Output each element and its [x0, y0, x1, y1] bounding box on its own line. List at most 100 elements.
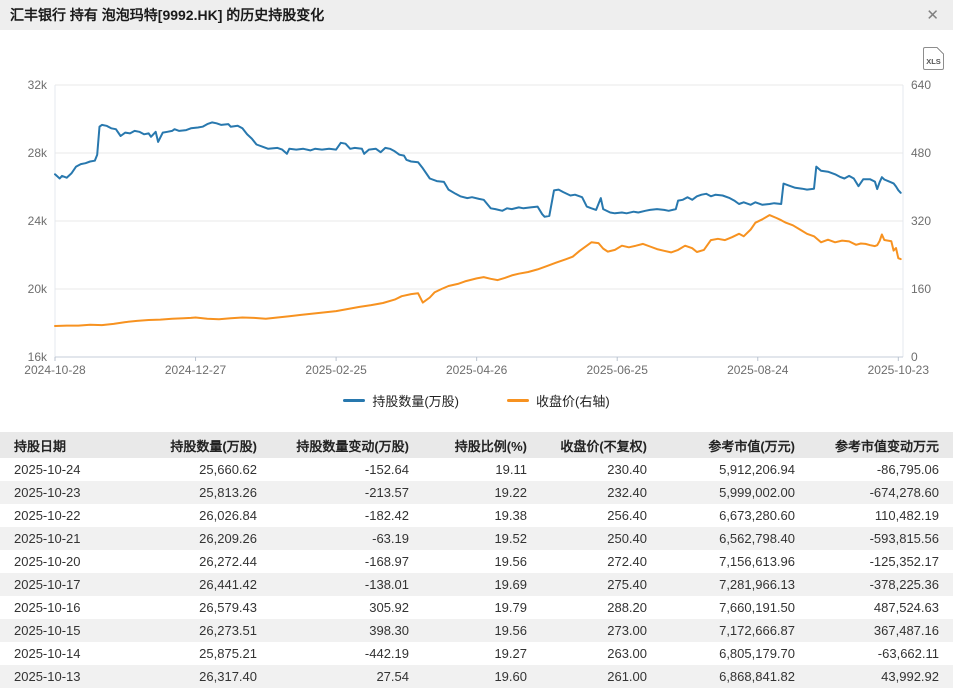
column-header: 收盘价(不复权) — [533, 436, 653, 455]
svg-text:2024-12-27: 2024-12-27 — [165, 363, 227, 377]
svg-text:2024-10-28: 2024-10-28 — [24, 363, 86, 377]
export-xls-button[interactable]: XLS — [923, 47, 944, 70]
legend-item-shares[interactable]: 持股数量(万股) — [343, 391, 459, 410]
svg-text:28k: 28k — [28, 146, 48, 160]
cell-value: -63.19 — [263, 531, 415, 546]
cell-value: 6,673,280.60 — [653, 508, 801, 523]
cell-date: 2025-10-24 — [8, 462, 103, 477]
close-price-line-swatch — [507, 399, 529, 402]
svg-text:2025-04-26: 2025-04-26 — [446, 363, 508, 377]
cell-value: 261.00 — [533, 669, 653, 684]
shares-line-swatch — [343, 399, 365, 402]
cell-value: 26,579.43 — [103, 600, 263, 615]
cell-value: -593,815.56 — [801, 531, 945, 546]
cell-value: 273.00 — [533, 623, 653, 638]
svg-text:20k: 20k — [28, 282, 48, 296]
cell-value: 19.38 — [415, 508, 533, 523]
cell-value: 25,660.62 — [103, 462, 263, 477]
cell-value: 305.92 — [263, 600, 415, 615]
table-row-partial — [0, 688, 953, 693]
cell-value: 232.40 — [533, 485, 653, 500]
cell-value: 250.40 — [533, 531, 653, 546]
cell-value: 26,441.42 — [103, 577, 263, 592]
cell-value: 6,805,179.70 — [653, 646, 801, 661]
cell-value: 27.54 — [263, 669, 415, 684]
table-row: 2025-10-1626,579.43305.9219.79288.207,66… — [0, 596, 953, 619]
cell-date: 2025-10-13 — [8, 669, 103, 684]
cell-value: 5,912,206.94 — [653, 462, 801, 477]
cell-value: 26,317.40 — [103, 669, 263, 684]
cell-value: 6,868,841.82 — [653, 669, 801, 684]
cell-value: 19.79 — [415, 600, 533, 615]
svg-text:640: 640 — [911, 78, 931, 92]
cell-value: 263.00 — [533, 646, 653, 661]
table-row: 2025-10-1425,875.21-442.1919.27263.006,8… — [0, 642, 953, 665]
column-header: 持股数量变动(万股) — [263, 436, 415, 455]
table-row: 2025-10-2126,209.26-63.1919.52250.406,56… — [0, 527, 953, 550]
cell-value: 26,209.26 — [103, 531, 263, 546]
svg-text:2025-10-23: 2025-10-23 — [868, 363, 930, 377]
cell-value: 19.69 — [415, 577, 533, 592]
cell-value: -152.64 — [263, 462, 415, 477]
cell-value: 26,273.51 — [103, 623, 263, 638]
cell-value: -442.19 — [263, 646, 415, 661]
cell-value: -213.57 — [263, 485, 415, 500]
cell-value: 367,487.16 — [801, 623, 945, 638]
table-row: 2025-10-1526,273.51398.3019.56273.007,17… — [0, 619, 953, 642]
cell-date: 2025-10-21 — [8, 531, 103, 546]
column-header: 持股数量(万股) — [103, 436, 263, 455]
table-row: 2025-10-2226,026.84-182.4219.38256.406,6… — [0, 504, 953, 527]
svg-text:160: 160 — [911, 282, 931, 296]
cell-value: -86,795.06 — [801, 462, 945, 477]
cell-value: -138.01 — [263, 577, 415, 592]
cell-value: 110,482.19 — [801, 508, 945, 523]
cell-value: 26,026.84 — [103, 508, 263, 523]
svg-text:2025-08-24: 2025-08-24 — [727, 363, 789, 377]
svg-text:0: 0 — [911, 350, 918, 364]
cell-value: -182.42 — [263, 508, 415, 523]
holdings-chart[interactable]: 16k20k24k28k32k01603204806402024-10-2820… — [0, 0, 953, 420]
holdings-table: 持股日期持股数量(万股)持股数量变动(万股)持股比例(%)收盘价(不复权)参考市… — [0, 432, 953, 693]
cell-value: 5,999,002.00 — [653, 485, 801, 500]
cell-value: 256.40 — [533, 508, 653, 523]
cell-value: -63,662.11 — [801, 646, 945, 661]
xls-fold-corner — [937, 47, 944, 54]
table-row: 2025-10-1326,317.4027.5419.60261.006,868… — [0, 665, 953, 688]
cell-date: 2025-10-23 — [8, 485, 103, 500]
svg-text:320: 320 — [911, 214, 931, 228]
cell-date: 2025-10-14 — [8, 646, 103, 661]
column-header: 参考市值(万元) — [653, 436, 801, 455]
table-header-row: 持股日期持股数量(万股)持股数量变动(万股)持股比例(%)收盘价(不复权)参考市… — [0, 432, 953, 458]
column-header: 持股日期 — [8, 436, 103, 455]
cell-value: -378,225.36 — [801, 577, 945, 592]
svg-text:2025-06-25: 2025-06-25 — [587, 363, 649, 377]
cell-value: 7,172,666.87 — [653, 623, 801, 638]
cell-value: 230.40 — [533, 462, 653, 477]
svg-text:32k: 32k — [28, 78, 48, 92]
cell-value: 288.20 — [533, 600, 653, 615]
cell-value: 7,281,966.13 — [653, 577, 801, 592]
cell-date: 2025-10-17 — [8, 577, 103, 592]
cell-value: 7,156,613.96 — [653, 554, 801, 569]
cell-value: 6,562,798.40 — [653, 531, 801, 546]
legend-label-close-price: 收盘价(右轴) — [536, 391, 610, 410]
close-icon[interactable]: ✕ — [926, 8, 939, 23]
dialog-title: 汇丰银行 持有 泡泡玛特[9992.HK] 的历史持股变化 — [10, 5, 324, 25]
column-header: 参考市值变动万元 — [801, 436, 945, 455]
column-header: 持股比例(%) — [415, 436, 533, 455]
chart-legend: 持股数量(万股) 收盘价(右轴) — [0, 391, 953, 410]
table-row: 2025-10-2026,272.44-168.9719.56272.407,1… — [0, 550, 953, 573]
cell-value: 7,660,191.50 — [653, 600, 801, 615]
cell-value: 19.11 — [415, 462, 533, 477]
cell-value: 19.56 — [415, 554, 533, 569]
table-row: 2025-10-2425,660.62-152.6419.11230.405,9… — [0, 458, 953, 481]
xls-label: XLS — [926, 57, 941, 66]
cell-value: 19.52 — [415, 531, 533, 546]
cell-value: 275.40 — [533, 577, 653, 592]
svg-text:24k: 24k — [28, 214, 48, 228]
cell-value: 43,992.92 — [801, 669, 945, 684]
cell-value: -125,352.17 — [801, 554, 945, 569]
cell-value: 26,272.44 — [103, 554, 263, 569]
cell-date: 2025-10-20 — [8, 554, 103, 569]
legend-item-close-price[interactable]: 收盘价(右轴) — [507, 391, 610, 410]
